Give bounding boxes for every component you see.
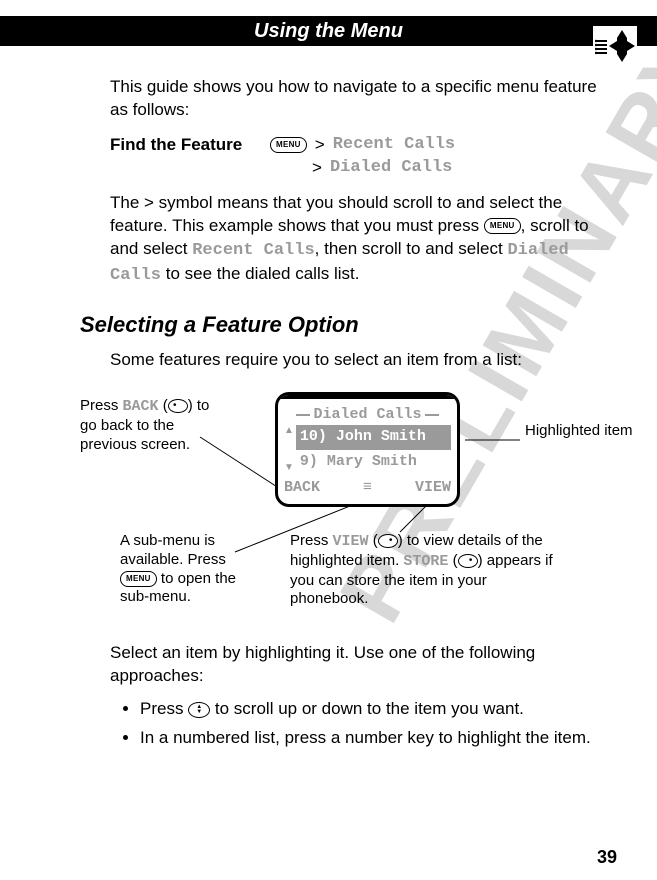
left-softkey-icon [168, 399, 188, 413]
text-fragment: to scroll up or down to the item you wan… [210, 699, 524, 718]
page-number: 39 [597, 847, 617, 868]
lcd-row: 9) Mary Smith [296, 450, 451, 474]
back-key-text: BACK [123, 398, 159, 415]
find-feature-row: Find the Feature MENU > Recent Calls > D… [110, 134, 607, 180]
bullet-item: In a numbered list, press a number key t… [140, 727, 607, 750]
explain-paragraph: The > symbol means that you should scrol… [110, 192, 607, 288]
scroll-arrows-icon: ▲▼ [284, 425, 296, 474]
text-fragment: Press [290, 532, 333, 549]
lcd-row-highlighted: 10) John Smith [296, 425, 451, 449]
scroll-key-icon [188, 702, 210, 718]
callout-submenu: A sub-menu is available. Press MENU to o… [120, 532, 260, 607]
path-separator: > [315, 134, 325, 157]
right-softkey-icon [458, 554, 478, 568]
text-fragment: to see the dialed calls list. [161, 264, 359, 283]
phone-diagram: Dialed Calls ▲▼ 10) John Smith 9) Mary S… [80, 382, 607, 632]
store-key-text: STORE [403, 553, 448, 570]
header-bar: Using the Menu [0, 16, 657, 46]
text-fragment: ( [448, 552, 457, 569]
section-heading: Selecting a Feature Option [80, 310, 607, 340]
text-fragment: A sub-menu is available. Press [120, 532, 226, 568]
text-fragment: ( [159, 397, 168, 414]
text-fragment: ( [369, 532, 378, 549]
path-recent-calls: Recent Calls [333, 134, 455, 157]
intro-paragraph: This guide shows you how to navigate to … [110, 76, 607, 122]
lcd-softkey-row: BACK ≡ VIEW [278, 474, 457, 504]
lcd-title: Dialed Calls [284, 405, 451, 425]
find-feature-label: Find the Feature [110, 134, 270, 157]
phone-screen: Dialed Calls ▲▼ 10) John Smith 9) Mary S… [275, 392, 460, 507]
bullet-list: Press to scroll up or down to the item y… [110, 698, 607, 750]
page-content: This guide shows you how to navigate to … [0, 46, 657, 750]
text-fragment: Press [140, 699, 188, 718]
menu-key-icon: MENU [270, 137, 307, 153]
callout-view: Press VIEW () to view details of the hig… [290, 532, 555, 609]
menu-key-icon: MENU [484, 218, 521, 234]
page-title: Using the Menu [20, 20, 637, 43]
right-softkey-icon [378, 534, 398, 548]
feature-path-1: MENU > Recent Calls [270, 134, 455, 157]
callout-back: Press BACK () to go back to the previous… [80, 397, 230, 454]
select-paragraph: Select an item by highlighting it. Use o… [110, 642, 607, 688]
text-fragment: Press [80, 397, 123, 414]
text-fragment: , then scroll to and select [315, 239, 508, 258]
softkey-menu-icon: ≡ [360, 478, 376, 498]
recent-calls-text: Recent Calls [192, 241, 314, 260]
softkey-view: VIEW [376, 478, 452, 498]
path-separator: > [312, 157, 322, 180]
nav-arrows-icon [593, 26, 637, 70]
path-dialed-calls: Dialed Calls [330, 157, 452, 180]
highlight-text: Highlighted item [525, 422, 633, 439]
softkey-back: BACK [284, 478, 360, 498]
feature-path-2: > Dialed Calls [270, 157, 455, 180]
menu-key-icon: MENU [120, 571, 157, 587]
bullet-item: Press to scroll up or down to the item y… [140, 698, 607, 721]
lcd-title-text: Dialed Calls [313, 405, 421, 425]
view-key-text: VIEW [333, 533, 369, 550]
section-intro: Some features require you to select an i… [110, 349, 607, 372]
callout-highlight: Highlighted item [525, 422, 635, 441]
